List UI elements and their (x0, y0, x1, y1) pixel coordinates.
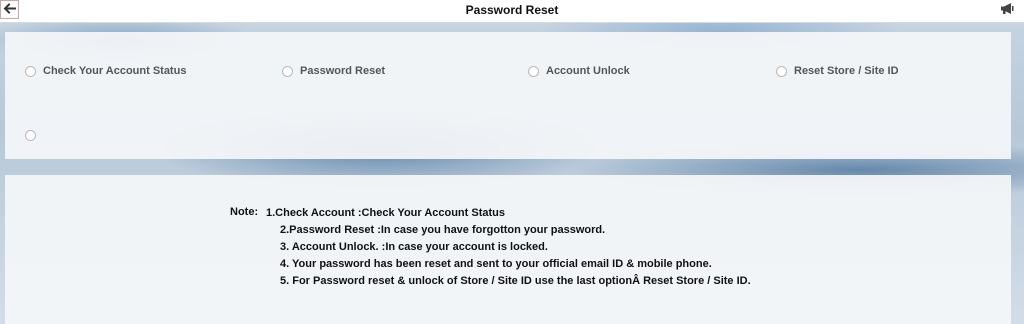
note-line: 4. Your password has been reset and sent… (280, 258, 712, 270)
radio-button[interactable] (528, 65, 539, 77)
option-label: Account Unlock (546, 65, 630, 77)
note-line: 3. Account Unlock. :In case your account… (280, 241, 548, 253)
option-account-unlock[interactable]: Account Unlock (528, 64, 630, 78)
option-label: Check Your Account Status (43, 65, 187, 77)
note-line: 1.Check Account :Check Your Account Stat… (266, 207, 505, 219)
reset-options-panel: Check Your Account Status Password Reset… (5, 32, 1011, 159)
announcement-button[interactable] (999, 2, 1015, 20)
megaphone-icon (1000, 2, 1014, 20)
option-check-account-status[interactable]: Check Your Account Status (25, 64, 186, 78)
note-line: 5. For Password reset & unlock of Store … (280, 275, 751, 287)
option-password-reset[interactable]: Password Reset (282, 64, 385, 78)
note-line: 2.Password Reset :In case you have forgo… (280, 224, 606, 236)
option-label: Password Reset (300, 65, 385, 77)
radio-button[interactable] (25, 65, 36, 77)
page-title: Password Reset (465, 3, 559, 17)
note-label: Note: (230, 206, 259, 218)
radio-button[interactable] (776, 65, 787, 77)
radio-button[interactable] (282, 65, 293, 77)
notes-panel: Note: 1.Check Account :Check Your Accoun… (5, 175, 1011, 324)
top-bar: Password Reset (0, 0, 1024, 23)
option-label: Reset Store / Site ID (794, 65, 899, 77)
option-unlabeled[interactable] (25, 128, 43, 142)
option-reset-store-site-id[interactable]: Reset Store / Site ID (776, 64, 899, 78)
radio-button[interactable] (25, 129, 36, 141)
